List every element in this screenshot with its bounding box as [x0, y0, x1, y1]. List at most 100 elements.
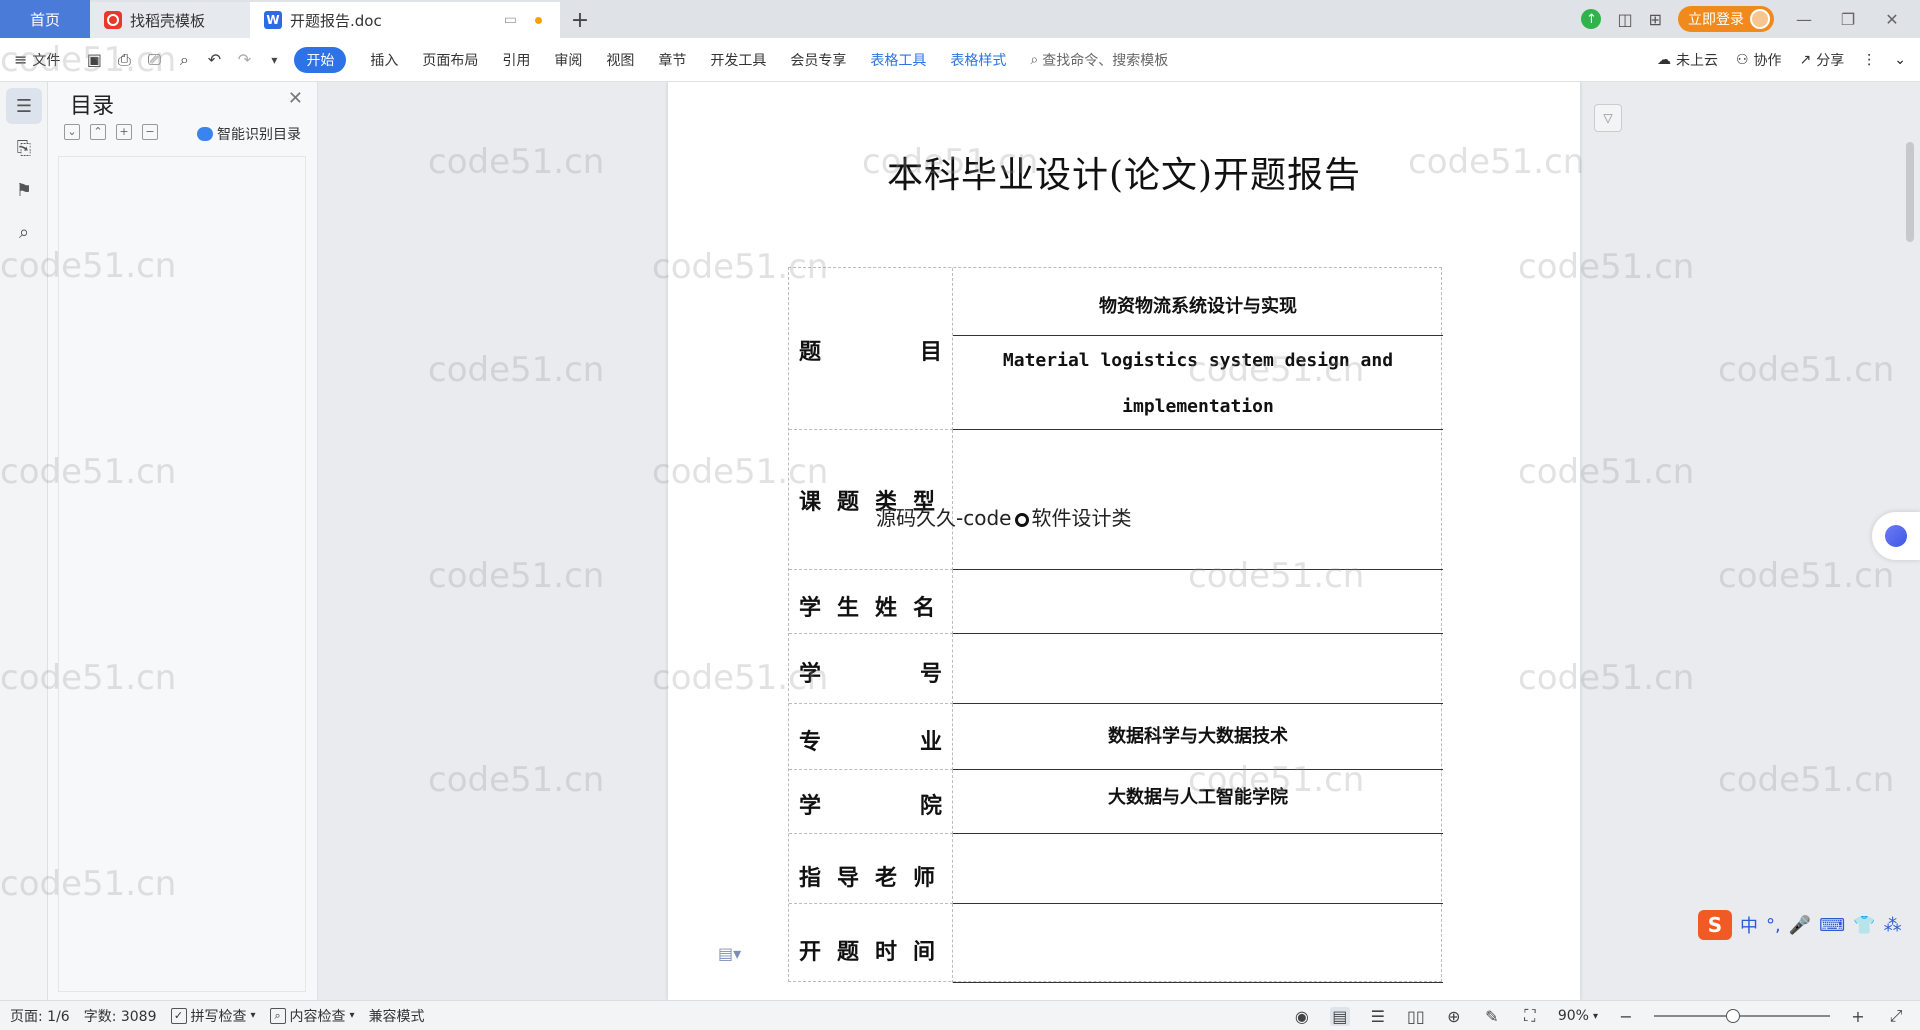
ime-lang[interactable]: 中 [1740, 912, 1758, 938]
quick-access-more-icon[interactable]: ▾ [264, 50, 284, 70]
print-icon[interactable]: ⎚ [144, 50, 164, 70]
export-pdf-icon[interactable]: ⎙ [114, 50, 134, 70]
chapter-icon[interactable]: ⎘ [6, 130, 42, 166]
pen-icon[interactable]: ✎ [1482, 1007, 1502, 1026]
cloud-status-button[interactable]: ☁ 未上云 [1657, 50, 1718, 70]
watermark: code51.cn [1718, 760, 1895, 800]
bookmark-icon[interactable]: ⚑ [6, 172, 42, 208]
menu-developer[interactable]: 开发工具 [710, 50, 766, 70]
remove-level-icon[interactable]: − [142, 124, 158, 140]
menu-section[interactable]: 章节 [658, 50, 686, 70]
read-view-icon[interactable]: ▯▯ [1406, 1007, 1426, 1026]
zoom-value: 90% [1557, 1008, 1589, 1024]
collapse-up-icon[interactable]: ⌃ [90, 124, 106, 140]
punctuation-icon[interactable]: °, [1766, 915, 1781, 936]
topic-en-line2: implementation [1122, 396, 1274, 417]
document-page[interactable]: 本科毕业设计(论文)开题报告 题目 物资物流系统设计与实现 Material l… [668, 82, 1580, 1000]
label-college: 学院 [789, 770, 953, 834]
menu-view[interactable]: 视图 [606, 50, 634, 70]
cloud-label: 未上云 [1675, 53, 1718, 69]
fullscreen-icon[interactable]: ⤢ [1886, 1006, 1906, 1026]
close-icon[interactable]: ✕ [1878, 10, 1906, 29]
eye-protect-icon[interactable]: ◉ [1292, 1007, 1312, 1026]
more-icon[interactable]: ⋮ [1862, 52, 1876, 68]
outline-icon[interactable]: ☰ [6, 88, 42, 124]
close-pane-icon[interactable]: ✕ [288, 88, 303, 109]
microphone-icon[interactable]: 🎤 [1789, 915, 1811, 936]
menu-references[interactable]: 引用 [502, 50, 530, 70]
label-topic-type: 课题类型 [789, 430, 953, 570]
student-name-cell[interactable] [953, 570, 1443, 634]
restore-icon[interactable]: ❐ [1834, 10, 1862, 29]
advisor-cell[interactable] [953, 834, 1443, 904]
college-cell[interactable]: 大数据与人工智能学院 [953, 770, 1443, 834]
fit-page-icon[interactable]: ⛶ [1520, 1006, 1540, 1026]
left-rail: ☰ ⎘ ⚑ ⌕ [0, 82, 48, 1000]
smart-toc-button[interactable]: 智能识别目录 [197, 124, 301, 144]
menu-review[interactable]: 审阅 [554, 50, 582, 70]
tab-template-store[interactable]: 找稻壳模板 [90, 2, 250, 38]
new-tab-button[interactable]: + [560, 2, 600, 38]
location-pin-icon [1015, 513, 1030, 527]
keyboard-icon[interactable]: ⌨ [1819, 915, 1845, 936]
cover-table: 题目 物资物流系统设计与实现 Material logistics system… [788, 267, 1443, 983]
cloud-icon: ☁ [1656, 52, 1671, 68]
topic-en-cell[interactable]: Material logistics system design and imp… [953, 336, 1443, 430]
command-search[interactable]: ⌕ 查找命令、搜索模板 [1030, 50, 1168, 70]
upgrade-icon[interactable]: ↑ [1581, 9, 1602, 29]
ai-assistant-button[interactable] [1872, 512, 1920, 560]
layout-toggle-icon[interactable]: ◫ [1617, 10, 1632, 29]
topic-type-cell[interactable] [953, 430, 1443, 570]
minimize-icon[interactable]: — [1790, 10, 1818, 29]
undo-icon[interactable]: ↶ [204, 50, 224, 70]
toolbox-icon[interactable]: ⁂ [1884, 915, 1902, 936]
tab-document[interactable]: W 开题报告.doc ▭ [250, 2, 560, 38]
login-button[interactable]: 立即登录 [1678, 6, 1774, 32]
topic-cn-cell[interactable]: 物资物流系统设计与实现 [953, 268, 1443, 336]
zoom-slider[interactable] [1654, 1009, 1830, 1023]
outline-view-icon[interactable]: ☰ [1368, 1007, 1388, 1026]
proposal-date-cell[interactable] [953, 904, 1443, 983]
zoom-level[interactable]: 90% ▾ [1558, 1008, 1598, 1024]
collaborate-button[interactable]: ⚇ 协作 [1736, 50, 1782, 70]
web-view-icon[interactable]: ⊕ [1444, 1007, 1464, 1026]
share-button[interactable]: ↗ 分享 [1800, 50, 1845, 70]
collapse-side-icon[interactable]: ▽ [1594, 104, 1622, 132]
watermark: code51.cn [428, 142, 605, 182]
compat-mode-label: 兼容模式 [368, 1008, 425, 1025]
expand-down-icon[interactable]: ⌄ [64, 124, 80, 140]
zoom-slider-knob[interactable] [1726, 1009, 1740, 1023]
zoom-out-icon[interactable]: − [1616, 1007, 1636, 1026]
page-indicator[interactable]: 页面: 1/6 [10, 1006, 70, 1026]
zoom-in-icon[interactable]: + [1848, 1007, 1868, 1026]
add-level-icon[interactable]: + [116, 124, 132, 140]
menu-page-layout[interactable]: 页面布局 [422, 50, 478, 70]
menu-home[interactable]: 开始 [294, 46, 347, 73]
monitor-icon[interactable]: ▭ [504, 12, 517, 28]
menu-insert[interactable]: 插入 [370, 50, 398, 70]
page-layout-icon[interactable]: ▤▾ [718, 944, 741, 963]
print-preview-icon[interactable]: ⌕ [174, 50, 194, 70]
student-id-cell[interactable] [953, 634, 1443, 704]
find-icon[interactable]: ⌕ [6, 214, 42, 250]
vertical-scrollbar[interactable] [1906, 142, 1914, 242]
tab-home[interactable]: 首页 [0, 0, 90, 38]
redo-icon[interactable]: ↷ [234, 50, 254, 70]
save-icon[interactable]: ▣ [84, 50, 104, 70]
avatar [1750, 9, 1770, 29]
content-check-button[interactable]: ⌕ 内容检查 ▾ [269, 1006, 355, 1026]
page-view-icon[interactable]: ▤ [1329, 1006, 1350, 1026]
skin-icon[interactable]: 👕 [1853, 915, 1875, 936]
menu-member[interactable]: 会员专享 [790, 50, 846, 70]
file-menu[interactable]: ≡ 文件 [14, 50, 60, 70]
content-check-icon: ⌕ [269, 1007, 286, 1024]
menu-table-tools[interactable]: 表格工具 [870, 50, 926, 70]
major-cell[interactable]: 数据科学与大数据技术 [953, 704, 1443, 770]
sogou-ime-icon[interactable]: S [1698, 910, 1732, 940]
word-count[interactable]: 字数: 3089 [84, 1006, 157, 1026]
chevron-down-icon[interactable]: ⌄ [1894, 52, 1906, 68]
apps-grid-icon[interactable]: ⊞ [1649, 10, 1662, 29]
menu-table-style[interactable]: 表格样式 [950, 50, 1006, 70]
spell-check-button[interactable]: ✓ 拼写检查 ▾ [170, 1006, 256, 1026]
unsaved-dot-icon [535, 16, 542, 24]
